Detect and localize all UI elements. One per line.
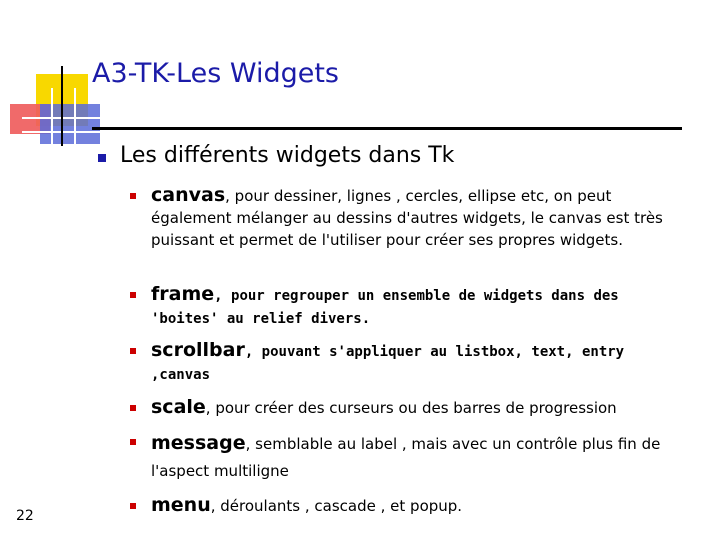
page-number: 22 — [16, 508, 34, 524]
item-keyword: message — [151, 432, 246, 454]
title-underline — [92, 127, 682, 130]
bullet-icon — [130, 193, 136, 199]
item-keyword: menu — [151, 494, 211, 516]
bullet-icon — [130, 292, 136, 298]
bullet-icon — [130, 348, 136, 354]
item-keyword: frame — [151, 283, 215, 305]
item-keyword: scale — [151, 396, 206, 418]
list-item-scrollbar: scrollbar, pouvant s'appliquer au listbo… — [130, 339, 690, 386]
list-item-canvas: canvas, pour dessiner, lignes , cercles,… — [130, 184, 690, 251]
list-item-message: message, semblable au label , mais avec … — [130, 430, 690, 485]
bullet-icon — [130, 405, 136, 411]
grid-line — [51, 88, 53, 144]
blue-square — [40, 104, 100, 144]
bullet-icon — [130, 503, 136, 509]
item-description: , déroulants , cascade , et popup. — [210, 497, 463, 515]
item-keyword: canvas — [151, 184, 226, 206]
item-description: , pour regrouper un ensemble de widgets … — [151, 288, 619, 327]
item-description: , pour dessiner, lignes , cercles, ellip… — [151, 187, 663, 249]
item-description: , pour créer des curseurs ou des barres … — [205, 399, 617, 417]
title-vertical-rule — [61, 66, 63, 146]
slide-title: A3-TK-Les Widgets — [92, 58, 339, 89]
level1-bullet — [98, 154, 106, 162]
item-keyword: scrollbar — [151, 339, 245, 361]
bullet-icon — [130, 439, 136, 445]
section-heading: Les différents widgets dans Tk — [120, 143, 455, 168]
list-item-frame: frame, pour regrouper un ensemble de wid… — [130, 283, 690, 330]
list-item-menu: menu, déroulants , cascade , et popup. — [130, 494, 690, 517]
list-item-scale: scale, pour créer des curseurs ou des ba… — [130, 396, 690, 419]
grid-line — [74, 88, 76, 144]
